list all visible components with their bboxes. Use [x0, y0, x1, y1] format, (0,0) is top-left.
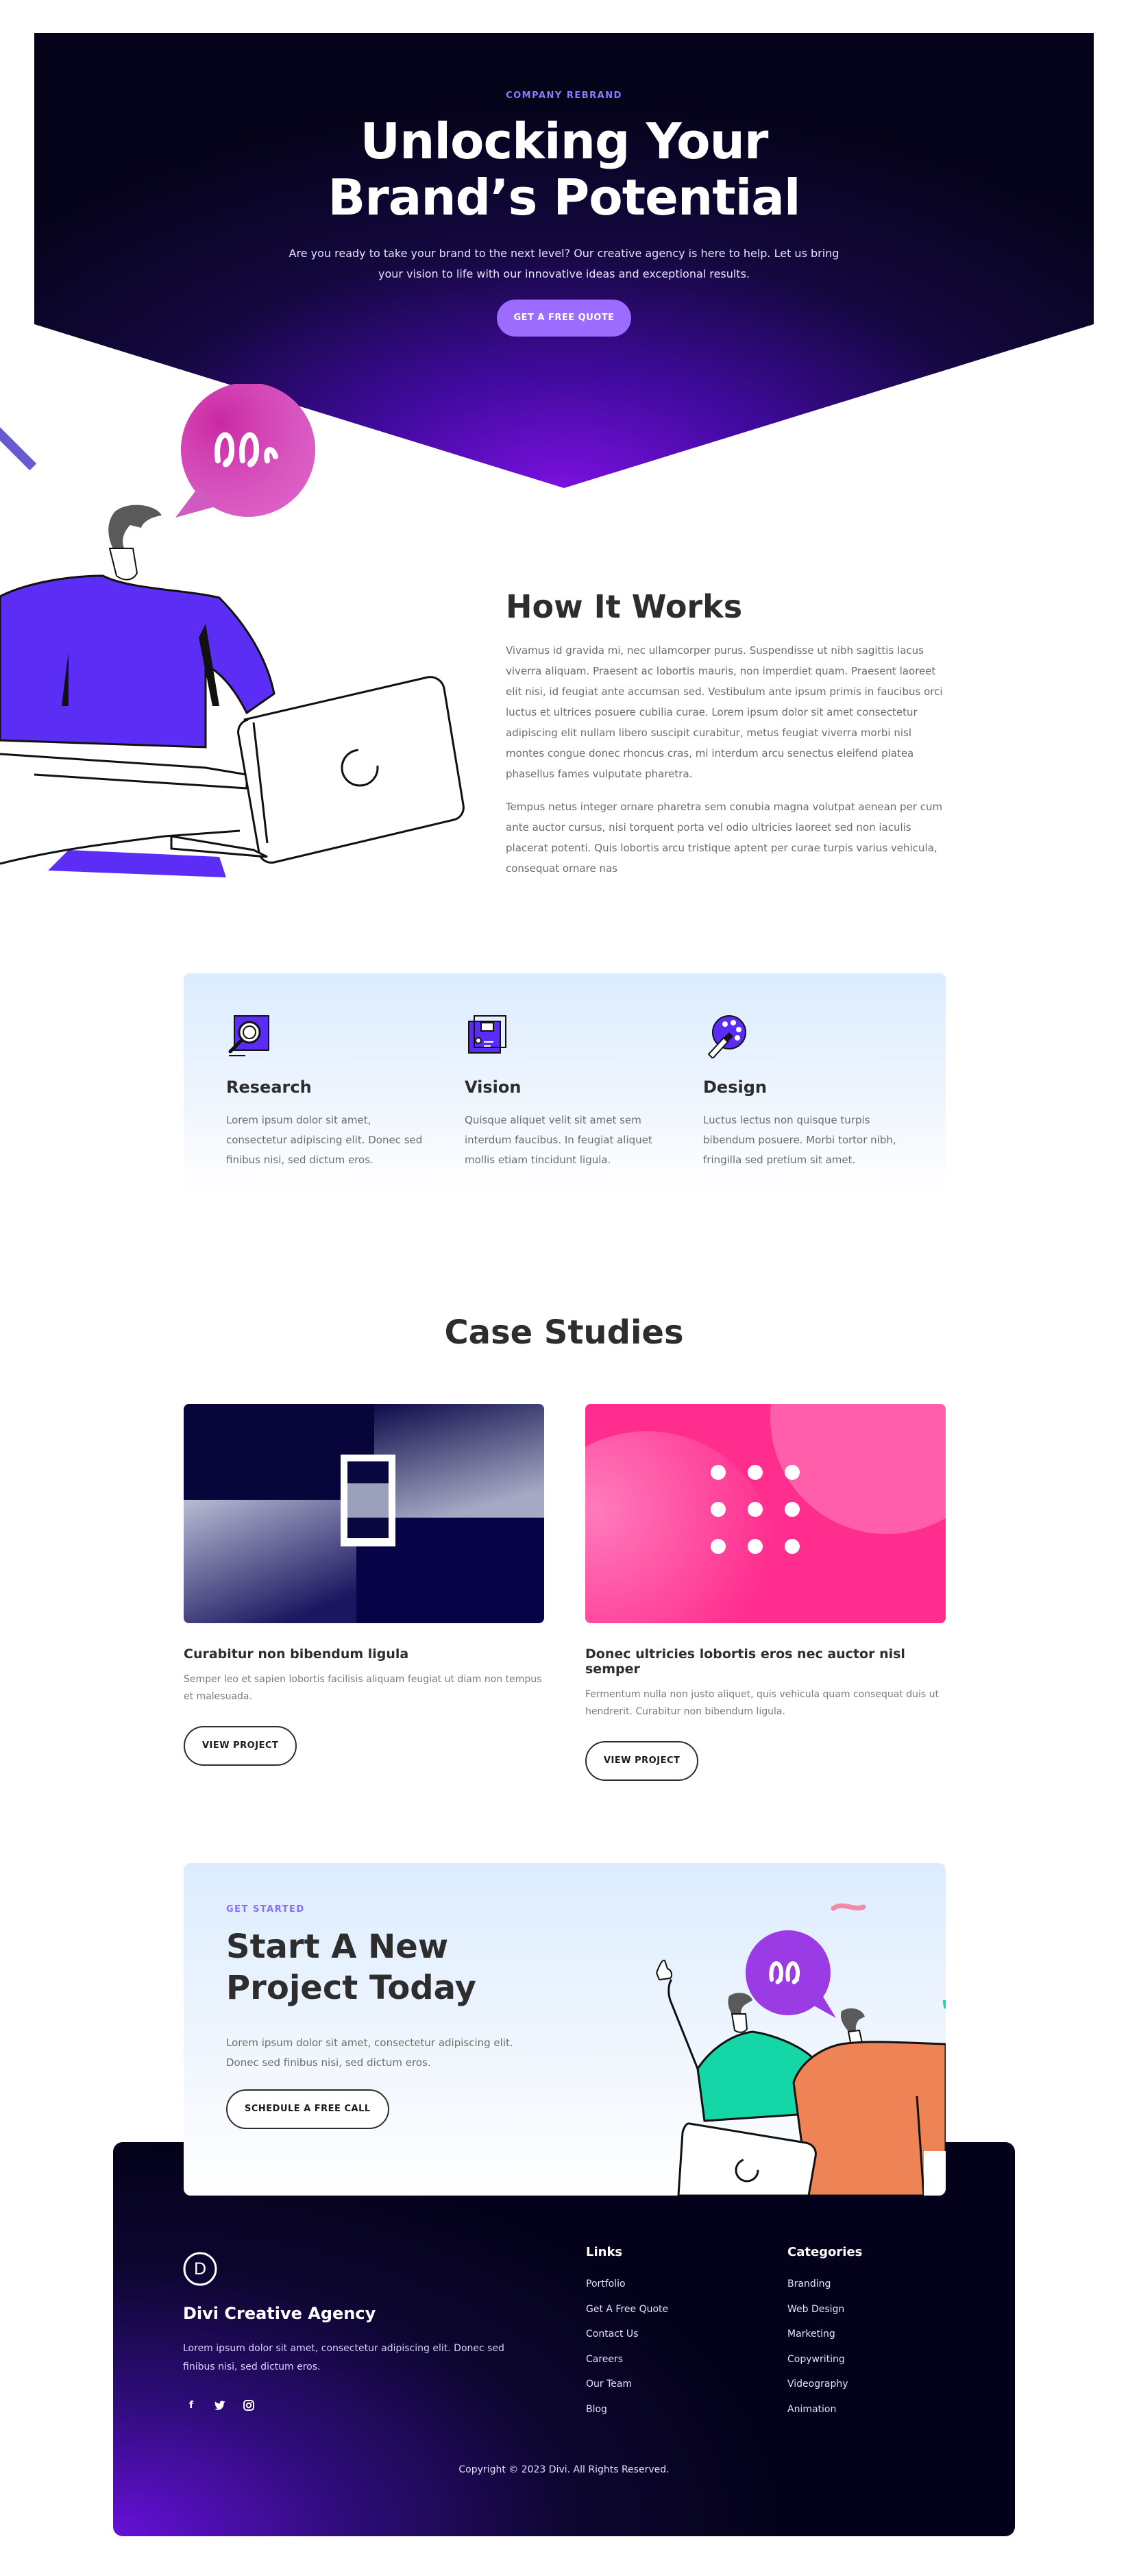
- site-footer: D Divi Creative Agency Lorem ipsum dolor…: [113, 2142, 1015, 2536]
- how-it-works-title: How It Works: [506, 588, 743, 625]
- feature-design-text: Luctus lectus non quisque turpis bibendu…: [703, 1114, 896, 1166]
- footer-link-quote[interactable]: Get A Free Quote: [586, 2297, 668, 2322]
- logo-letter: D: [194, 2259, 206, 2279]
- footer-description: Lorem ipsum dolor sit amet, consectetur …: [183, 2343, 504, 2372]
- case-study-title-2: Donec ultricies lobortis eros nec auctor…: [585, 1647, 905, 1677]
- hero-title-line1: Unlocking Your: [360, 112, 769, 170]
- feature-vision-title: Vision: [465, 1078, 522, 1097]
- speech-bubble-icon: [175, 384, 315, 518]
- decor-stripe: [0, 424, 37, 471]
- footer-link-blog[interactable]: Blog: [586, 2397, 668, 2422]
- hero-eyebrow: COMPANY REBRAND: [506, 90, 622, 101]
- hero-content: COMPANY REBRAND Unlocking Your Brand’s P…: [34, 33, 1094, 337]
- case-study-text-1: Semper leo et sapien lobortis facilisis …: [184, 1674, 542, 1702]
- abstract-blocks-image: [184, 1404, 544, 1623]
- cta-text: Lorem ipsum dolor sit amet, consectetur …: [226, 2037, 513, 2069]
- social-links: f: [183, 2397, 257, 2414]
- get-quote-button[interactable]: GET A FREE QUOTE: [497, 300, 631, 337]
- how-it-works-paragraph-1: Vivamus id gravida mi, nec ullamcorper p…: [506, 644, 943, 780]
- view-project-button-2[interactable]: VIEW PROJECT: [585, 1741, 699, 1781]
- cta-title: Start A New Project Today: [226, 1928, 476, 2007]
- footer-categories-list: Branding Web Design Marketing Copywritin…: [787, 2272, 862, 2422]
- feature-design-title: Design: [703, 1078, 767, 1097]
- footer-link-team[interactable]: Our Team: [586, 2372, 668, 2397]
- feature-research: Research Lorem ipsum dolor sit amet, con…: [226, 1013, 432, 1170]
- feature-vision-text: Quisque aliquet velit sit amet sem inter…: [465, 1114, 652, 1166]
- schedule-call-button[interactable]: SCHEDULE A FREE CALL: [226, 2089, 389, 2129]
- case-study-card-1: Curabitur non bibendum ligula Semper leo…: [184, 1404, 544, 1766]
- person-laptop-illustration: [0, 384, 465, 877]
- feature-research-title: Research: [226, 1078, 312, 1097]
- laptop-illustration: [677, 2122, 817, 2196]
- hero-title-line2: Brand’s Potential: [328, 169, 800, 226]
- footer-category-videography[interactable]: Videography: [787, 2372, 862, 2397]
- cta-eyebrow: GET STARTED: [226, 1904, 305, 1915]
- footer-category-marketing[interactable]: Marketing: [787, 2322, 862, 2347]
- case-study-thumbnail-2[interactable]: [585, 1404, 946, 1623]
- how-it-works-section: How It Works Vivamus id gravida mi, nec …: [506, 588, 946, 879]
- cta-section: GET STARTED Start A New Project Today Lo…: [184, 1863, 946, 2196]
- divi-logo-icon[interactable]: D: [183, 2252, 217, 2286]
- facebook-icon[interactable]: f: [183, 2397, 199, 2414]
- speech-bubble-icon: [746, 1930, 836, 2018]
- footer-link-contact[interactable]: Contact Us: [586, 2322, 668, 2347]
- feature-vision: Vision Quisque aliquet velit sit amet se…: [465, 1013, 670, 1170]
- hero-title: Unlocking Your Brand’s Potential: [34, 113, 1094, 226]
- twitter-icon[interactable]: [212, 2397, 228, 2414]
- view-project-button-1[interactable]: VIEW PROJECT: [184, 1726, 297, 1766]
- footer-category-animation[interactable]: Animation: [787, 2397, 862, 2422]
- decor-squiggle: [831, 1903, 866, 1911]
- person-figure: [0, 505, 275, 877]
- footer-category-branding[interactable]: Branding: [787, 2272, 862, 2297]
- footer-link-careers[interactable]: Careers: [586, 2347, 668, 2372]
- vision-board-icon: [468, 1015, 506, 1054]
- case-study-title-1: Curabitur non bibendum ligula: [184, 1647, 409, 1662]
- footer-category-copywriting[interactable]: Copywriting: [787, 2347, 862, 2372]
- case-study-thumbnail-1[interactable]: [184, 1404, 544, 1623]
- hero-description: Are you ready to take your brand to the …: [289, 247, 839, 280]
- pink-dots-image: [585, 1404, 946, 1623]
- instagram-icon[interactable]: [241, 2397, 257, 2414]
- feature-design: Design Luctus lectus non quisque turpis …: [703, 1013, 909, 1170]
- footer-categories-column: Categories Branding Web Design Marketing…: [787, 2245, 862, 2422]
- features-panel: Research Lorem ipsum dolor sit amet, con…: [184, 973, 946, 1193]
- research-magnifier-icon: [228, 1015, 269, 1056]
- footer-links-list: Portfolio Get A Free Quote Contact Us Ca…: [586, 2272, 668, 2422]
- case-study-card-2: Donec ultricies lobortis eros nec auctor…: [585, 1404, 946, 1781]
- footer-copyright: Copyright © 2023 Divi. All Rights Reserv…: [458, 2464, 670, 2475]
- footer-brand-name: Divi Creative Agency: [183, 2304, 376, 2323]
- case-studies-title: Case Studies: [444, 1313, 684, 1352]
- footer-links-title: Links: [586, 2245, 623, 2259]
- team-laptop-illustration: [655, 1903, 946, 2196]
- design-palette-icon: [707, 1015, 746, 1060]
- footer-link-portfolio[interactable]: Portfolio: [586, 2272, 668, 2297]
- how-it-works-paragraph-2: Tempus netus integer ornare pharetra sem…: [506, 801, 943, 875]
- footer-category-web-design[interactable]: Web Design: [787, 2297, 862, 2322]
- footer-categories-title: Categories: [787, 2245, 863, 2259]
- case-study-text-2: Fermentum nulla non justo aliquet, quis …: [585, 1689, 940, 1717]
- feature-research-text: Lorem ipsum dolor sit amet, consectetur …: [226, 1114, 423, 1166]
- person-orange-shirt: [792, 2008, 946, 2196]
- footer-links-column: Links Portfolio Get A Free Quote Contact…: [586, 2245, 668, 2422]
